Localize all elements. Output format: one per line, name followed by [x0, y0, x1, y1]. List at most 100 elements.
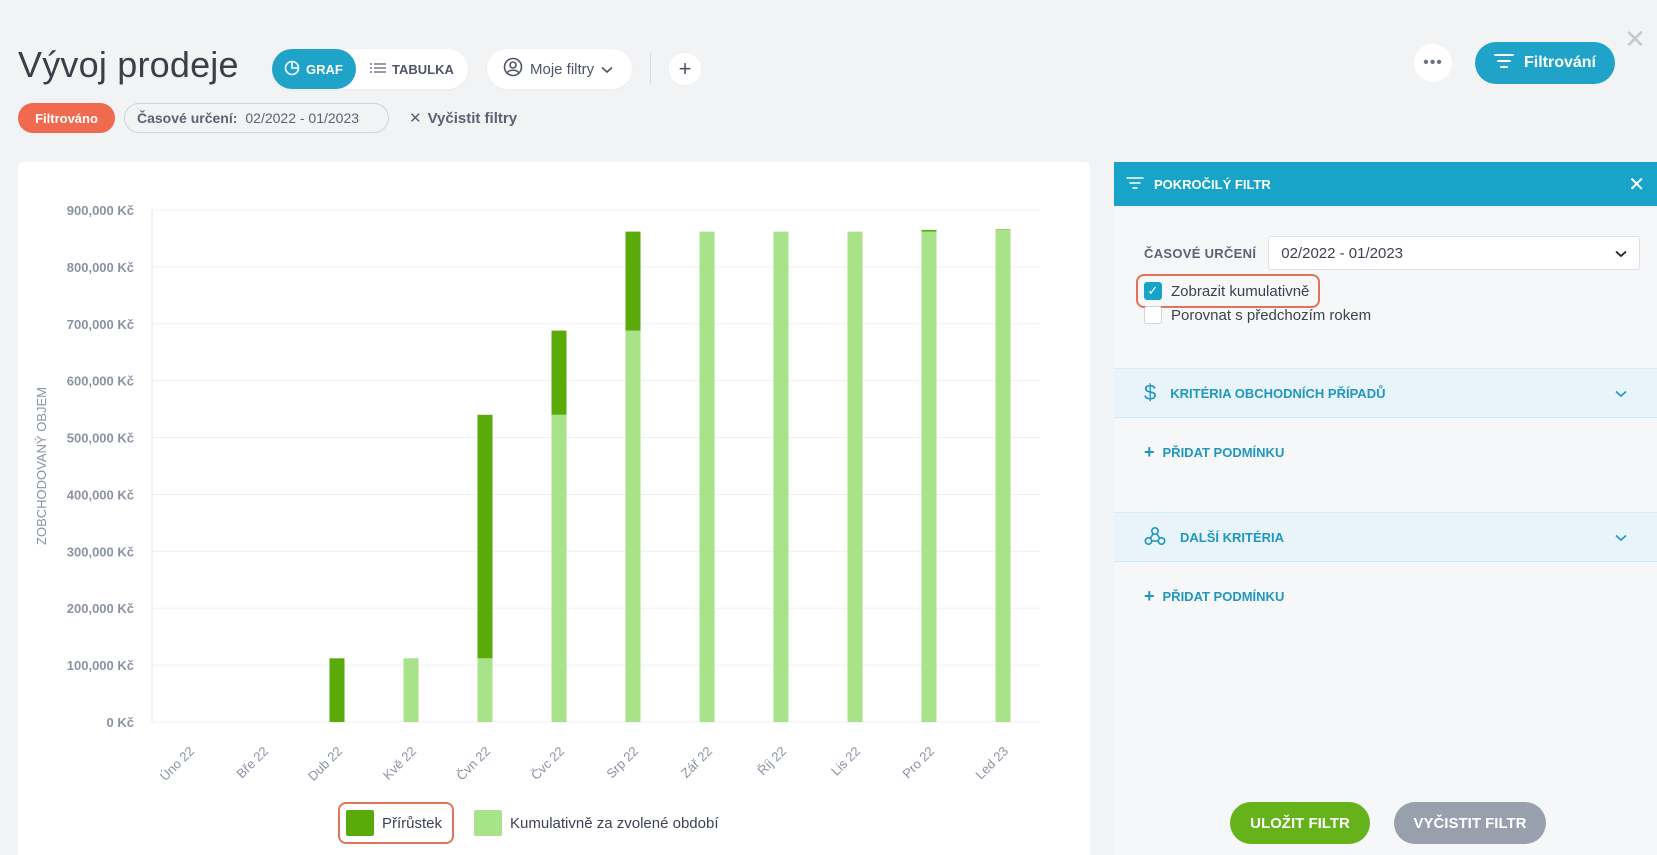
close-icon: ✕	[409, 110, 422, 127]
time-filter-chip-value: 02/2022 - 01/2023	[245, 110, 360, 126]
view-toggle: GRAF TABULKA	[272, 49, 468, 89]
time-filter-label: ČASOVÉ URČENÍ	[1144, 245, 1257, 261]
advanced-filter-panel: POKROČILÝ FILTR ✕ ČASOVÉ URČENÍ 02/2022 …	[1114, 162, 1657, 855]
legend-swatch-cumulative	[474, 810, 503, 836]
bar-increment	[551, 330, 567, 415]
checkbox-empty	[1144, 306, 1162, 324]
checkbox-cumulative[interactable]: ✓ Zobrazit kumulativně	[1144, 282, 1309, 300]
clear-filters-label: Vyčistit filtry	[427, 109, 518, 127]
legend-item-cumulative[interactable]: Kumulativně za zvolené období	[468, 802, 728, 844]
list-icon	[370, 62, 386, 77]
section-other-criteria[interactable]: DALŠÍ KRITÉRIA	[1114, 512, 1657, 562]
bar-cumulative	[847, 231, 863, 722]
x-tick-label: Dub 22	[305, 744, 345, 784]
chevron-down-icon	[601, 61, 613, 78]
divider	[650, 53, 651, 85]
filter-toggle-button[interactable]: Filtrování	[1475, 42, 1615, 84]
x-tick-label: Srp 22	[603, 744, 641, 782]
y-tick-label: 200,000 Kč	[67, 601, 134, 616]
time-filter-row: ČASOVÉ URČENÍ 02/2022 - 01/2023	[1144, 236, 1641, 270]
section-business-criteria[interactable]: $ KRITÉRIA OBCHODNÍCH PŘÍPADŮ	[1114, 368, 1657, 418]
checkbox-compare-label: Porovnat s předchozím rokem	[1171, 306, 1372, 324]
bar-cumulative	[477, 658, 493, 722]
x-tick-label: Říj 22	[754, 744, 789, 779]
bar-cumulative	[625, 330, 641, 722]
chevron-down-icon	[1615, 385, 1627, 401]
plus-icon: +	[1144, 586, 1155, 606]
legend-item-increment[interactable]: Přírůstek	[338, 802, 455, 844]
y-tick-label: 400,000 Kč	[67, 487, 134, 502]
panel-title: POKROČILÝ FILTR	[1154, 176, 1271, 192]
bar-cumulative	[551, 414, 567, 722]
x-tick-label: Led 23	[972, 744, 1011, 783]
tab-tabulka-label: TABULKA	[392, 61, 454, 77]
time-range-select[interactable]: 02/2022 - 01/2023	[1268, 236, 1641, 270]
checkbox-cumulative-label: Zobrazit kumulativně	[1171, 282, 1310, 300]
save-filter-button[interactable]: ULOŽIT FILTR	[1230, 802, 1370, 844]
x-tick-label: Kvě 22	[380, 744, 419, 783]
x-tick-label: Čvn 22	[453, 744, 493, 784]
bar-cumulative	[773, 231, 789, 722]
time-range-value: 02/2022 - 01/2023	[1281, 244, 1404, 262]
add-condition-label: PŘIDAT PODMÍNKU	[1162, 589, 1285, 604]
tab-graf-label: GRAF	[306, 61, 343, 77]
bar-increment	[921, 229, 937, 232]
tab-graf[interactable]: GRAF	[272, 49, 356, 89]
chart-card: 0 Kč 100,000 Kč 200,000 Kč 300,000 Kč 400,00…	[18, 162, 1090, 855]
bar-chart: 0 Kč 100,000 Kč 200,000 Kč 300,000 Kč 400,00…	[34, 203, 1040, 784]
close-panel-icon[interactable]: ✕	[1628, 172, 1645, 197]
my-filters-label: Moje filtry	[530, 60, 595, 78]
bar-increment	[329, 658, 345, 722]
more-options-button[interactable]: •••	[1414, 44, 1452, 82]
clear-filter-button[interactable]: VYČISTIT FILTR	[1394, 802, 1546, 844]
filtered-badge: Filtrováno	[18, 103, 115, 133]
bar-cumulative	[995, 229, 1011, 722]
y-tick-label: 0 Kč	[107, 715, 134, 730]
pie-chart-icon	[284, 60, 300, 79]
bar-increment	[995, 229, 1011, 230]
add-condition-other[interactable]: + PŘIDAT PODMÍNKU	[1144, 586, 1284, 607]
page-title: Vývoj prodeje	[18, 44, 239, 85]
user-circle-icon	[503, 57, 523, 81]
nodes-icon	[1144, 526, 1166, 549]
bar-increment	[477, 414, 493, 659]
section-business-label: KRITÉRIA OBCHODNÍCH PŘÍPADŮ	[1170, 385, 1386, 401]
bar-increment	[625, 231, 641, 331]
bar-cumulative	[921, 231, 937, 722]
x-tick-label: Lis 22	[828, 744, 863, 779]
y-tick-label: 800,000 Kč	[67, 260, 134, 275]
y-axis-title: ZOBCHODOVANÝ OBJEM	[34, 387, 49, 545]
y-tick-label: 600,000 Kč	[67, 374, 134, 389]
bar-cumulative	[403, 658, 419, 722]
filter-lines-icon	[1493, 53, 1514, 74]
my-filters-dropdown[interactable]: Moje filtry	[487, 49, 632, 89]
filter-toggle-label: Filtrování	[1523, 54, 1596, 71]
y-tick-label: 100,000 Kč	[67, 658, 134, 673]
dollar-icon: $	[1144, 380, 1157, 405]
close-icon[interactable]: ✕	[1620, 24, 1650, 54]
tab-tabulka[interactable]: TABULKA	[356, 49, 468, 89]
chevron-down-icon	[1615, 529, 1627, 545]
add-button[interactable]: +	[669, 53, 701, 85]
time-filter-chip-label: Časové určení:	[137, 110, 238, 126]
x-tick-label: Úno 22	[157, 744, 197, 784]
legend-label-cumulative: Kumulativně za zvolené období	[510, 814, 719, 832]
y-tick-label: 900,000 Kč	[67, 203, 134, 218]
checkmark-icon: ✓	[1144, 282, 1162, 300]
chart-legend: Přírůstek Kumulativně za zvolené období	[338, 802, 729, 844]
legend-swatch-increment	[346, 810, 374, 836]
y-tick-label: 700,000 Kč	[67, 317, 134, 332]
legend-label-increment: Přírůstek	[382, 814, 443, 832]
x-tick-label: Pro 22	[899, 744, 937, 782]
clear-filters-link[interactable]: ✕ Vyčistit filtry	[409, 109, 518, 128]
section-other-label: DALŠÍ KRITÉRIA	[1180, 529, 1284, 545]
panel-header: POKROČILÝ FILTR ✕	[1114, 162, 1657, 206]
checkbox-compare[interactable]: Porovnat s předchozím rokem	[1144, 306, 1371, 324]
add-condition-label: PŘIDAT PODMÍNKU	[1162, 445, 1285, 460]
filter-lines-icon	[1126, 176, 1144, 193]
x-tick-label: Bře 22	[233, 744, 271, 782]
add-condition-business[interactable]: + PŘIDAT PODMÍNKU	[1144, 442, 1284, 463]
bar-cumulative	[699, 231, 715, 722]
time-filter-chip[interactable]: Časové určení: 02/2022 - 01/2023	[124, 103, 389, 133]
x-tick-label: Čvc 22	[528, 744, 567, 783]
